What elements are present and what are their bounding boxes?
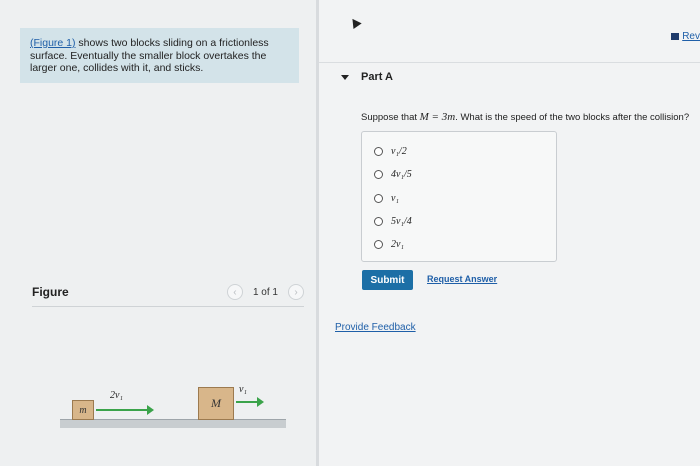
review-link[interactable]: Rev [671,31,700,42]
radio-button[interactable] [374,194,383,203]
radio-button[interactable] [374,217,383,226]
option-label: v₁/2 [391,146,407,157]
request-answer-link[interactable]: Request Answer [427,274,497,284]
option-label: 2v₁ [391,239,404,250]
option-3[interactable]: v₁ [374,193,399,204]
caret-down-icon [341,74,349,80]
option-1[interactable]: v₁/2 [374,146,407,157]
review-label: Rev [682,31,700,42]
frictionless-surface [60,419,286,428]
radio-button[interactable] [374,170,383,179]
large-block-velocity-arrow [236,397,264,407]
question-prefix: Suppose that [361,112,420,123]
option-label: 5v₁/4 [391,216,412,227]
large-block: M [198,387,234,420]
option-label: 4v₁/5 [391,169,412,180]
mouse-cursor-icon [348,15,362,30]
question-math: M = 3m [419,111,456,123]
figure-title: Figure [32,285,69,299]
answer-options: v₁/2 4v₁/5 v₁ 5v₁/4 2v₁ [361,131,557,262]
provide-feedback-link[interactable]: Provide Feedback [335,322,416,333]
radio-button[interactable] [374,147,383,156]
right-pane: Rev Part A Suppose that M = 3m. What is … [319,0,700,466]
chevron-right-icon[interactable]: › [288,284,304,300]
submit-button[interactable]: Submit [362,270,413,290]
pager-count: 1 of 1 [252,286,278,298]
option-label: v₁ [391,193,399,204]
option-5[interactable]: 2v₁ [374,239,404,250]
large-block-label: M [211,396,221,410]
question-text: Suppose that M = 3m. What is the speed o… [361,111,689,123]
review-icon [671,33,680,40]
figure-header: Figure ‹ 1 of 1 › [32,284,304,307]
large-block-velocity-label: v₁ [239,384,247,395]
left-pane: (Figure 1) shows two blocks sliding on a… [0,0,316,466]
part-title: Part A [361,71,393,83]
option-2[interactable]: 4v₁/5 [374,169,412,180]
figure-pager: ‹ 1 of 1 › [226,284,304,300]
figure-link[interactable]: (Figure 1) [30,37,76,49]
chevron-left-icon[interactable]: ‹ [226,284,243,300]
radio-button[interactable] [374,240,383,249]
part-a-header[interactable]: Part A [341,71,393,83]
question-suffix: . What is the speed of the two blocks af… [455,112,690,123]
problem-statement: (Figure 1) shows two blocks sliding on a… [20,28,299,83]
small-block: m [72,400,94,420]
option-4[interactable]: 5v₁/4 [374,216,412,227]
top-bar: Rev [319,0,700,63]
small-block-velocity-arrow [96,405,154,415]
figure-diagram: m 2v₁ M v₁ [60,383,300,443]
small-block-velocity-label: 2v₁ [110,390,123,401]
small-block-label: m [79,404,87,416]
